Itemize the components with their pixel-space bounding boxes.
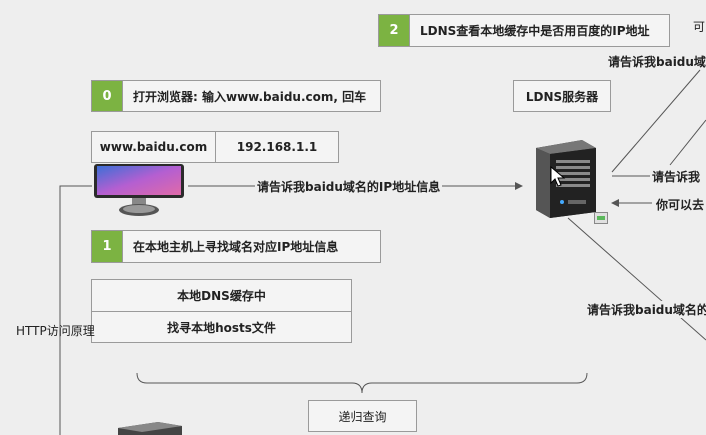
host-ip-cell: 192.168.1.1	[215, 131, 339, 163]
recursive-brace	[136, 372, 588, 394]
step-1-number: 1	[92, 231, 123, 262]
http-principle-label: HTTP访问原理	[16, 324, 95, 338]
step-1-box: 1 在本地主机上寻找域名对应IP地址信息	[91, 230, 381, 263]
step-1-text: 在本地主机上寻找域名对应IP地址信息	[133, 240, 339, 254]
msg-ldns-to-root-mid: 请告诉我	[652, 170, 701, 184]
host-domain-cell: www.baidu.com	[91, 131, 216, 163]
corner-text: 可	[693, 20, 706, 34]
status-icon	[594, 212, 608, 224]
bottom-server-icon	[118, 420, 184, 435]
root-return-line	[669, 119, 706, 166]
step-0-number: 0	[92, 81, 123, 111]
ldns-to-root-line	[611, 69, 701, 173]
monitor-icon	[92, 163, 186, 221]
recursive-query-box: 递归查询	[308, 400, 417, 432]
step-0-box: 0 打开浏览器: 输入www.baidu.com, 回车	[91, 80, 381, 112]
step-2-number: 2	[379, 15, 410, 46]
lookup-item-dns-cache: 本地DNS缓存中	[91, 279, 352, 312]
step-0-text: 打开浏览器: 输入www.baidu.com, 回车	[133, 89, 367, 104]
ldns-to-lower-line	[567, 217, 706, 341]
msg-reply: 你可以去	[656, 198, 705, 212]
lookup-item-hosts-file: 找寻本地hosts文件	[91, 311, 352, 343]
move-cursor-icon	[549, 166, 567, 188]
left-connector	[59, 185, 92, 435]
ldns-server-label: LDNS服务器	[513, 80, 611, 112]
msg-ldns-to-lower: 请告诉我baidu域名的	[585, 301, 706, 318]
msg-ldns-to-root-top: 请告诉我baidu域	[608, 55, 706, 69]
msg-host-to-ldns: 请告诉我baidu域名的IP地址信息	[255, 178, 443, 195]
step-2-text: LDNS查看本地缓存中是否用百度的IP地址	[420, 24, 650, 38]
step-2-box: 2 LDNS查看本地缓存中是否用百度的IP地址	[378, 14, 670, 47]
